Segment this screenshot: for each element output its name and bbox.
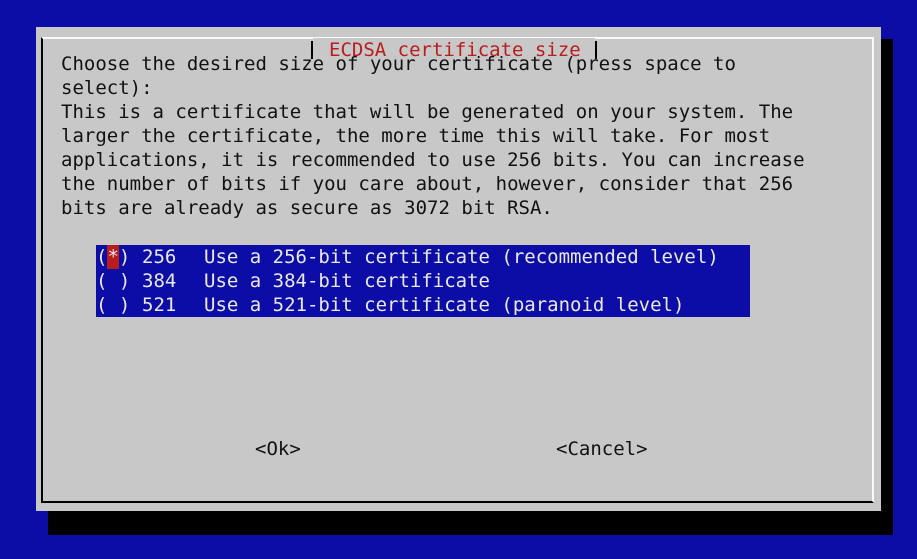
radio-button-256[interactable]: (*) [96,245,142,269]
option-value-256: 256 [142,246,177,268]
unselected-marker [107,293,118,317]
terminal-screen: ECDSA certificate size Choose the desire… [0,0,917,559]
certificate-size-dialog: ECDSA certificate size Choose the desire… [36,27,881,511]
option-value-384: 384 [142,270,177,292]
option-256[interactable]: (*) 256 Use a 256-bit certificate (recom… [96,245,750,269]
cancel-button[interactable]: <Cancel> [556,437,648,461]
option-description-256: Use a 256-bit certificate (recommended l… [204,246,719,268]
dialog-description: Choose the desired size of your certific… [61,53,805,219]
unselected-marker [107,269,118,293]
option-value-521: 521 [142,294,177,316]
option-description-521: Use a 521-bit certificate (paranoid leve… [204,294,685,316]
certificate-size-options[interactable]: (*) 256 Use a 256-bit certificate (recom… [96,245,750,317]
radio-button-384[interactable]: ( ) [96,269,142,293]
ok-button[interactable]: <Ok> [255,437,301,461]
selected-marker: * [107,245,119,269]
radio-button-521[interactable]: ( ) [96,293,142,317]
option-384[interactable]: ( ) 384 Use a 384-bit certificate [96,269,750,293]
option-521[interactable]: ( ) 521 Use a 521-bit certificate (paran… [96,293,750,317]
option-description-384: Use a 384-bit certificate [204,270,490,292]
